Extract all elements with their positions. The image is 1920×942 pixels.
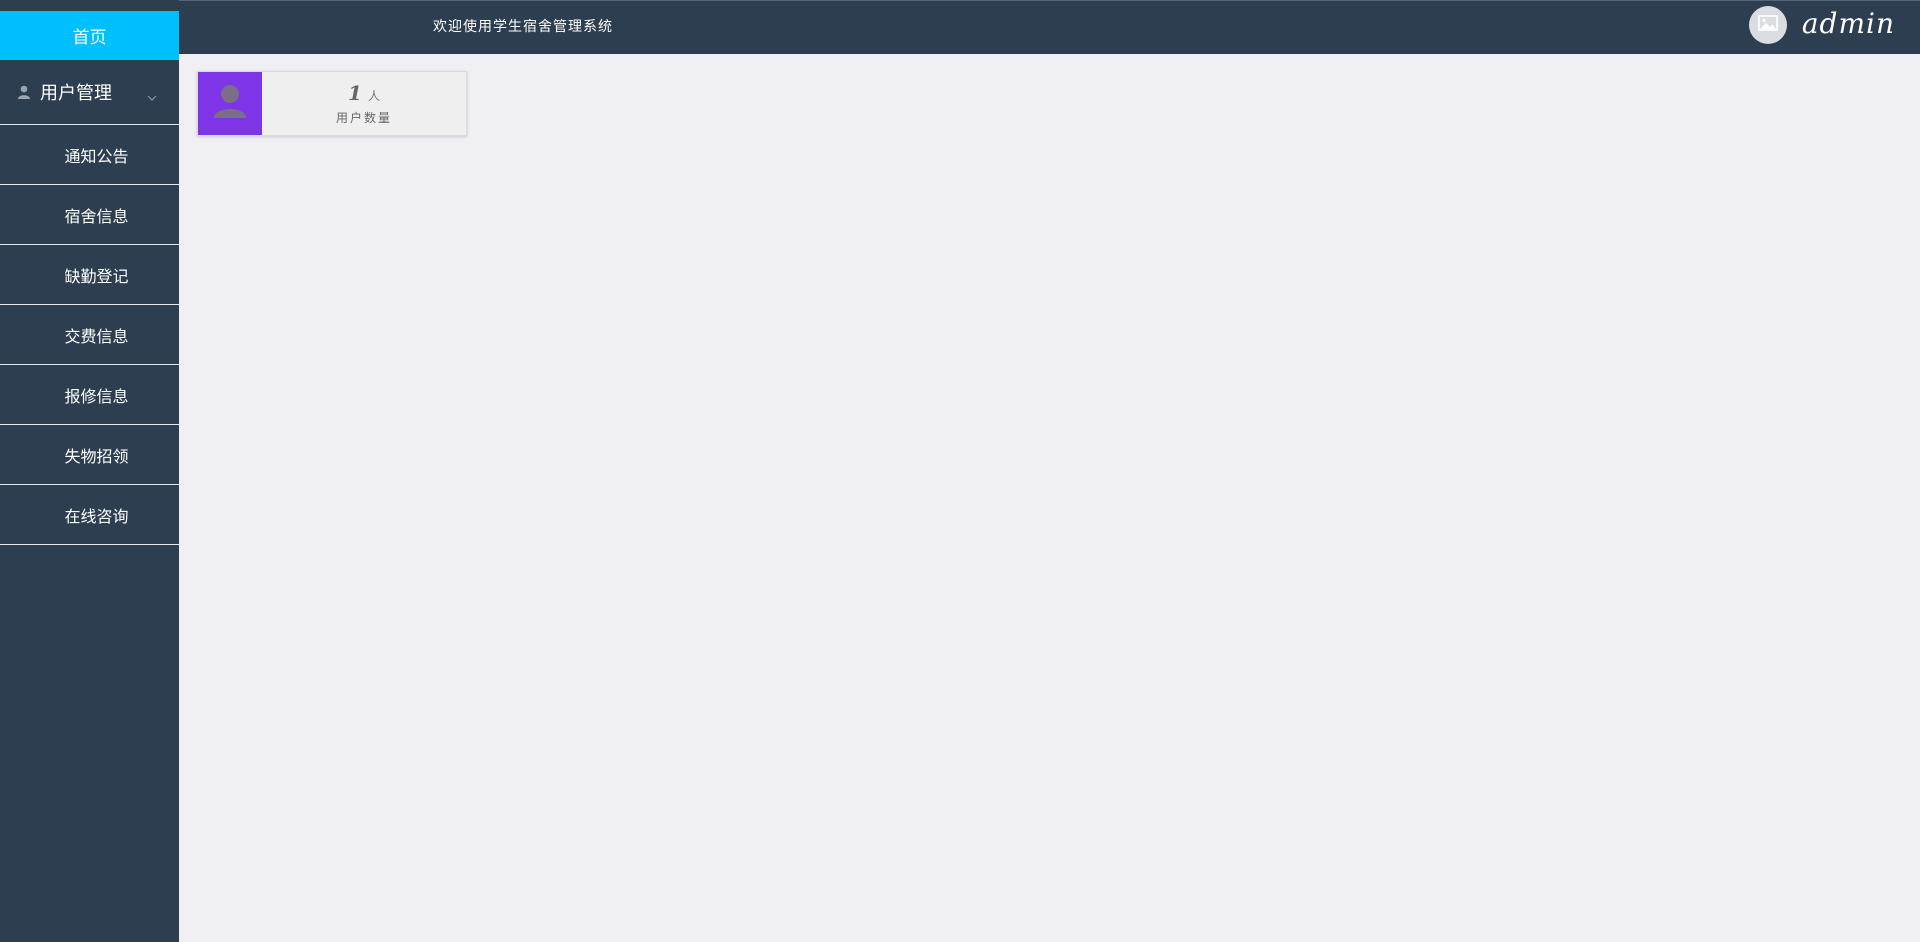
- sidebar-item-lost-found[interactable]: 失物招领: [0, 425, 179, 485]
- stat-value: 1: [348, 81, 362, 105]
- top-header: 欢迎使用学生宿舍管理系统 admin: [179, 0, 1920, 54]
- stat-card-icon-box: [198, 72, 262, 135]
- user-icon: [213, 84, 247, 124]
- avatar[interactable]: [1749, 6, 1787, 44]
- stat-value-line: 1 人: [348, 81, 380, 105]
- user-icon: [16, 84, 32, 100]
- sidebar-item-label: 宿舍信息: [64, 206, 129, 226]
- sidebar-item-dormitory[interactable]: 宿舍信息: [0, 185, 179, 245]
- sidebar-item-absence[interactable]: 缺勤登记: [0, 245, 179, 305]
- sidebar-item-home[interactable]: 首页: [0, 11, 179, 60]
- sidebar-item-label: 失物招领: [64, 446, 129, 466]
- sidebar-item-label: 在线咨询: [64, 506, 129, 526]
- sidebar: 首页 用户管理 通知公告 宿舍信息 缺勤登记 交费信息 报修信息 失物招领 在线…: [0, 0, 179, 942]
- sidebar-item-label: 通知公告: [64, 146, 129, 166]
- sidebar-group-label: 用户管理: [40, 83, 112, 104]
- sidebar-item-label: 交费信息: [64, 326, 129, 346]
- sidebar-group-user-management[interactable]: 用户管理: [0, 60, 179, 125]
- sidebar-item-repair[interactable]: 报修信息: [0, 365, 179, 425]
- sidebar-item-consult[interactable]: 在线咨询: [0, 485, 179, 545]
- image-placeholder-icon: [1758, 15, 1778, 35]
- stat-card-user-count[interactable]: 1 人 用户数量: [197, 71, 467, 136]
- stat-card-text: 1 人 用户数量: [262, 72, 466, 135]
- sidebar-item-label: 首页: [72, 28, 107, 48]
- sidebar-item-label: 缺勤登记: [64, 266, 129, 286]
- username[interactable]: admin: [1802, 7, 1895, 40]
- sidebar-item-notice[interactable]: 通知公告: [0, 125, 179, 185]
- sidebar-top-gap: [0, 0, 179, 11]
- sidebar-item-payment[interactable]: 交费信息: [0, 305, 179, 365]
- stat-unit: 人: [367, 89, 380, 103]
- stat-label: 用户数量: [335, 111, 392, 125]
- sidebar-item-label: 报修信息: [64, 386, 129, 406]
- page-title: 欢迎使用学生宿舍管理系统: [433, 19, 613, 35]
- chevron-down-icon: [147, 87, 157, 101]
